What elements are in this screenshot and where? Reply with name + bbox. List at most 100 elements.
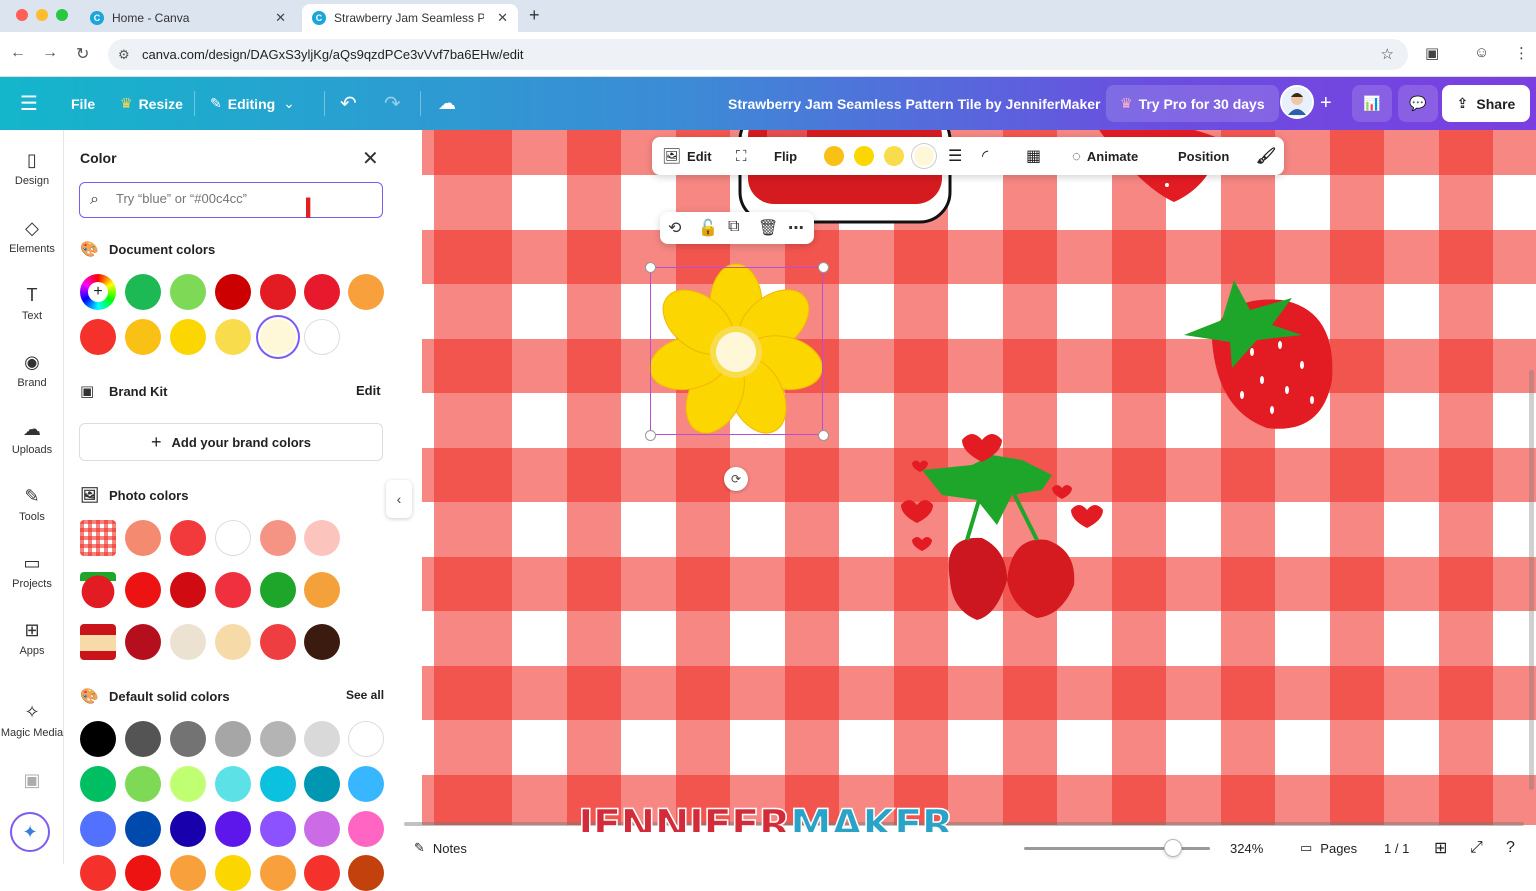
forward-icon[interactable]: →: [42, 44, 58, 62]
document-color-swatch[interactable]: [125, 274, 161, 310]
default-color-swatch[interactable]: [215, 811, 251, 847]
magic-assistant-button[interactable]: ✦: [10, 812, 50, 852]
photo-color-swatch[interactable]: [215, 624, 251, 660]
reload-icon[interactable]: ↻: [76, 44, 89, 64]
photo-color-swatch[interactable]: [304, 624, 340, 660]
brand-kit-edit-link[interactable]: Edit: [356, 383, 381, 398]
back-icon[interactable]: ←: [10, 44, 26, 62]
document-color-swatch[interactable]: [170, 274, 206, 310]
resize-handle-bottom-right[interactable]: [818, 430, 829, 441]
element-color-swatch-1[interactable]: [824, 146, 844, 166]
default-color-swatch[interactable]: [215, 766, 251, 802]
see-all-link[interactable]: See all: [346, 688, 384, 702]
add-collaborator-icon[interactable]: +: [1320, 77, 1332, 130]
rail-item-uploads[interactable]: ☁ Uploads: [0, 419, 64, 456]
default-color-swatch[interactable]: [304, 721, 340, 757]
default-color-swatch[interactable]: [170, 721, 206, 757]
color-search-input[interactable]: [116, 191, 366, 206]
document-color-swatch[interactable]: [125, 319, 161, 355]
pages-button[interactable]: ▭ Pages: [1300, 832, 1357, 864]
more-options-icon[interactable]: ⋯: [788, 218, 804, 238]
add-color-button[interactable]: +: [80, 274, 116, 310]
color-search-box[interactable]: ⌕: [79, 182, 383, 218]
photo-color-swatch[interactable]: [170, 572, 206, 608]
redo-icon[interactable]: ↷: [384, 77, 401, 130]
maximize-window-dot[interactable]: [56, 9, 68, 21]
design-canvas[interactable]: [422, 130, 1536, 825]
try-pro-button[interactable]: ♛ Try Pro for 30 days: [1106, 85, 1279, 122]
default-color-swatch[interactable]: [348, 811, 384, 847]
browser-tab-design[interactable]: C Strawberry Jam Seamless Pa… ✕: [302, 4, 518, 32]
photo-color-swatch[interactable]: [304, 572, 340, 608]
crop-icon[interactable]: ⛶: [736, 137, 753, 175]
collapse-panel-button[interactable]: ‹: [386, 480, 412, 518]
photo-color-swatch[interactable]: [125, 572, 161, 608]
element-color-swatch-2[interactable]: [854, 146, 874, 166]
default-color-swatch[interactable]: [125, 855, 161, 891]
resize-handle-top-left[interactable]: [645, 262, 656, 273]
bookmark-star-icon[interactable]: ☆: [1381, 39, 1394, 70]
new-tab-icon[interactable]: +: [529, 5, 540, 26]
rail-item-brand[interactable]: ◉ Brand: [0, 352, 64, 389]
photo-color-swatch[interactable]: [215, 572, 251, 608]
extension-icon[interactable]: ▣: [1425, 44, 1439, 62]
position-button[interactable]: Position: [1178, 137, 1229, 175]
lock-icon[interactable]: 🔓: [698, 218, 718, 238]
edit-image-button[interactable]: 🖼 Edit: [662, 137, 712, 175]
element-color-swatch-4[interactable]: [914, 146, 934, 166]
default-color-swatch[interactable]: [348, 721, 384, 757]
default-color-swatch[interactable]: [348, 855, 384, 891]
copy-style-icon[interactable]: 🖌: [1256, 137, 1276, 175]
page-counter[interactable]: 1 / 1: [1384, 832, 1409, 864]
default-color-swatch[interactable]: [80, 766, 116, 802]
default-color-swatch[interactable]: [80, 721, 116, 757]
transparency-icon[interactable]: ▦: [1026, 137, 1041, 175]
border-style-icon[interactable]: ☰: [948, 137, 962, 175]
default-color-swatch[interactable]: [125, 811, 161, 847]
site-settings-icon[interactable]: ⚙: [118, 39, 130, 70]
analytics-icon[interactable]: 📊: [1352, 85, 1392, 122]
rail-item-text[interactable]: T Text: [0, 285, 64, 322]
default-color-swatch[interactable]: [304, 766, 340, 802]
photo-color-swatch[interactable]: [260, 624, 296, 660]
photo-thumbnail[interactable]: [80, 520, 116, 556]
photo-color-swatch[interactable]: [170, 624, 206, 660]
rail-item-apps[interactable]: ⊞ Apps: [0, 620, 64, 657]
flip-button[interactable]: Flip: [774, 137, 797, 175]
editing-mode-dropdown[interactable]: ✎ Editing ⌄: [210, 77, 295, 130]
default-color-swatch[interactable]: [304, 855, 340, 891]
default-color-swatch[interactable]: [170, 811, 206, 847]
document-color-swatch[interactable]: [215, 319, 251, 355]
photo-color-swatch[interactable]: [215, 520, 251, 556]
resize-handle-bottom-left[interactable]: [645, 430, 656, 441]
file-menu[interactable]: File: [71, 77, 95, 130]
minimize-window-dot[interactable]: [36, 9, 48, 21]
main-menu-icon[interactable]: ☰: [20, 77, 38, 130]
rail-item-projects[interactable]: ▭ Projects: [0, 553, 64, 590]
trash-icon[interactable]: 🗑: [758, 218, 778, 238]
rail-item-magic-media[interactable]: ✧ Magic Media: [0, 702, 64, 739]
default-color-swatch[interactable]: [125, 721, 161, 757]
rail-item-more[interactable]: ▣: [0, 770, 64, 795]
photo-color-swatch[interactable]: [260, 520, 296, 556]
document-color-swatch[interactable]: [215, 274, 251, 310]
default-color-swatch[interactable]: [125, 766, 161, 802]
close-panel-icon[interactable]: ✕: [362, 146, 379, 171]
photo-color-swatch[interactable]: [125, 520, 161, 556]
document-color-swatch[interactable]: [170, 319, 206, 355]
zoom-slider-knob[interactable]: [1163, 839, 1182, 857]
browser-menu-icon[interactable]: ⋮: [1514, 44, 1529, 62]
element-color-swatch-3[interactable]: [884, 146, 904, 166]
resize-button[interactable]: ♛ Resize: [120, 77, 183, 130]
default-color-swatch[interactable]: [215, 721, 251, 757]
comment-add-icon[interactable]: ⟲: [668, 218, 681, 238]
grid-view-icon[interactable]: ⊞: [1434, 832, 1447, 864]
comments-icon[interactable]: 💬: [1398, 85, 1438, 122]
document-color-swatch[interactable]: [304, 319, 340, 355]
design-title[interactable]: Strawberry Jam Seamless Pattern Tile by …: [728, 77, 1100, 130]
photo-thumbnail[interactable]: [80, 572, 116, 608]
cloud-save-icon[interactable]: ☁: [438, 77, 456, 130]
document-color-swatch[interactable]: [260, 319, 296, 355]
close-tab-icon[interactable]: ✕: [497, 10, 508, 26]
default-color-swatch[interactable]: [80, 855, 116, 891]
